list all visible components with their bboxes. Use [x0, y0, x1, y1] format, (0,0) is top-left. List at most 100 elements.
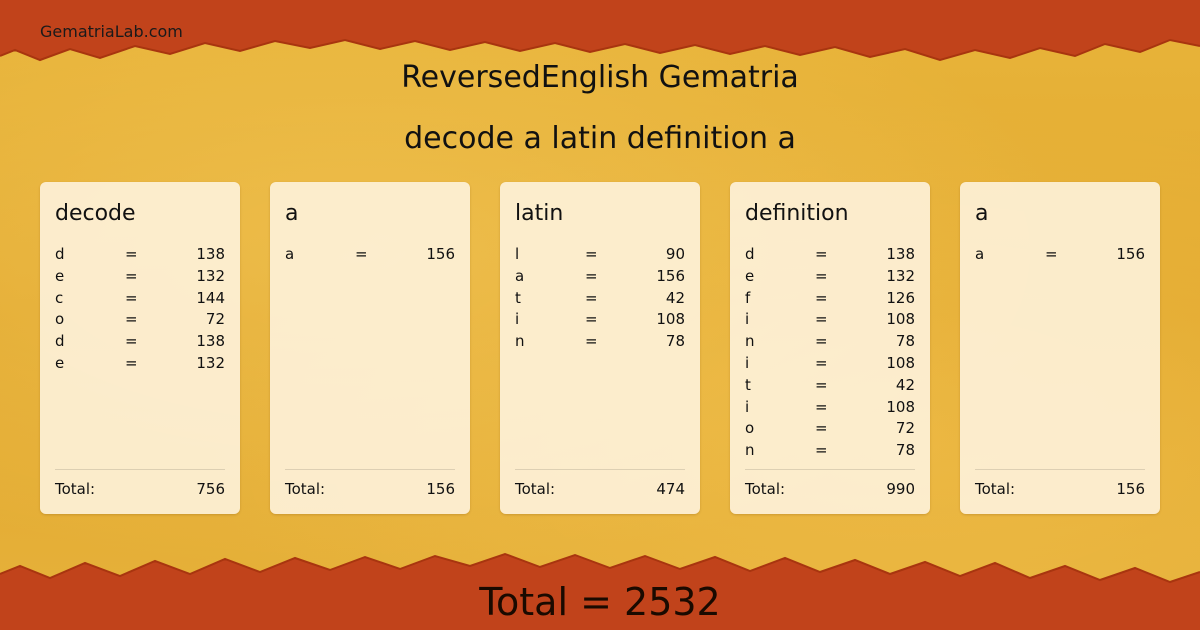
letter-row: n = 78	[515, 331, 685, 351]
letter-value: 156	[656, 266, 685, 285]
site-logo[interactable]: GematriaLab.com	[40, 22, 183, 41]
letter-value: 108	[886, 354, 915, 372]
word-card: definition d = 138 e = 132 f = 126 i = 108 n = 78 i = 108 t…	[730, 182, 930, 514]
letter-value: 108	[886, 397, 915, 416]
word-card: a a = 156 Total: 156	[960, 182, 1160, 514]
letter-value: 138	[886, 245, 915, 263]
letter: o	[55, 310, 65, 329]
equals-sign: =	[815, 288, 828, 307]
letter-value: 132	[196, 266, 225, 285]
letter-value: 156	[1116, 245, 1145, 263]
letter: d	[55, 245, 65, 263]
card-word: decode	[55, 201, 136, 226]
page-title: ReversedEnglish Gematria	[401, 60, 799, 95]
letter-value: 78	[895, 441, 915, 460]
equals-sign: =	[585, 332, 598, 351]
letter-value: 72	[895, 419, 915, 438]
letter-row: l = 90	[515, 244, 685, 264]
letter-value: 132	[886, 266, 915, 285]
word-card: a a = 156 Total: 156	[270, 182, 470, 514]
letter-row: i = 108	[515, 309, 685, 329]
letter-row: a = 156	[515, 266, 685, 286]
equals-sign: =	[125, 288, 138, 307]
letter-row: n = 78	[745, 440, 915, 460]
card-word: a	[975, 201, 989, 226]
letter: f	[745, 288, 751, 307]
equals-sign: =	[815, 310, 828, 329]
letter-row: i = 108	[745, 309, 915, 329]
card-total-value: 474	[656, 480, 685, 498]
card-divider	[55, 469, 225, 470]
letter-row: d = 138	[745, 244, 915, 264]
card-total-label: Total:	[285, 480, 326, 498]
letter-row: a = 156	[975, 244, 1145, 264]
letter: d	[745, 245, 755, 263]
equals-sign: =	[125, 354, 138, 372]
letter-row: e = 132	[745, 266, 915, 286]
letter: e	[745, 266, 755, 285]
letter: o	[745, 419, 755, 438]
equals-sign: =	[585, 288, 598, 307]
card-word: latin	[515, 201, 564, 226]
letter-value: 132	[196, 354, 225, 372]
letter: a	[975, 245, 985, 263]
equals-sign: =	[815, 245, 828, 263]
letter-row: c = 144	[55, 288, 225, 308]
letter: c	[55, 288, 64, 307]
word-card: decode d = 138 e = 132 c = 144 o = 72 d = 138 e = 132 Total…	[40, 182, 240, 514]
card-total-label: Total:	[515, 480, 556, 498]
equals-sign: =	[815, 332, 828, 351]
equals-sign: =	[815, 441, 828, 460]
letter: l	[515, 245, 520, 263]
equals-sign: =	[585, 310, 598, 329]
letter-value: 144	[196, 288, 225, 307]
letter-value: 138	[196, 332, 225, 351]
letter-row: t = 42	[745, 375, 915, 395]
letter: e	[55, 266, 65, 285]
letter: a	[515, 266, 525, 285]
letter-value: 108	[886, 310, 915, 329]
letter-row: a = 156	[285, 244, 455, 264]
letter-row: e = 132	[55, 266, 225, 286]
equals-sign: =	[585, 266, 598, 285]
letter-value: 72	[205, 310, 225, 329]
letter: d	[55, 332, 65, 351]
letter-value: 90	[665, 245, 685, 263]
letter-row: e = 132	[55, 353, 225, 373]
card-divider	[975, 469, 1145, 470]
equals-sign: =	[815, 354, 828, 372]
letter: i	[745, 354, 750, 372]
letter: i	[745, 310, 750, 329]
letter: t	[515, 288, 521, 307]
equals-sign: =	[355, 245, 368, 263]
letter-row: d = 138	[55, 244, 225, 264]
letter: e	[55, 354, 65, 372]
letter-row: d = 138	[55, 331, 225, 351]
equals-sign: =	[815, 397, 828, 416]
page-phrase: decode a latin definition a	[404, 121, 796, 156]
letter-value: 126	[886, 288, 915, 307]
equals-sign: =	[125, 266, 138, 285]
letter-row: i = 108	[745, 353, 915, 373]
letter: t	[745, 375, 751, 394]
letter: a	[285, 245, 295, 263]
card-divider	[745, 469, 915, 470]
letter: i	[745, 397, 750, 416]
letter-value: 108	[656, 310, 685, 329]
letter: n	[515, 332, 525, 351]
equals-sign: =	[125, 245, 138, 263]
grand-total: Total = 2532	[479, 580, 721, 624]
equals-sign: =	[125, 310, 138, 329]
letter: i	[515, 310, 520, 329]
letter-row: o = 72	[745, 418, 915, 438]
letter-row: t = 42	[515, 288, 685, 308]
card-total-label: Total:	[745, 480, 786, 498]
letter-value: 138	[196, 245, 225, 263]
equals-sign: =	[1045, 245, 1058, 263]
word-card: latin l = 90 a = 156 t = 42 i = 108 n = 78 Total: 474	[500, 182, 700, 514]
letter-value: 78	[665, 332, 685, 351]
card-total-value: 990	[886, 480, 915, 498]
card-total-label: Total:	[55, 480, 96, 498]
letter: n	[745, 332, 755, 351]
card-word: definition	[745, 201, 849, 226]
